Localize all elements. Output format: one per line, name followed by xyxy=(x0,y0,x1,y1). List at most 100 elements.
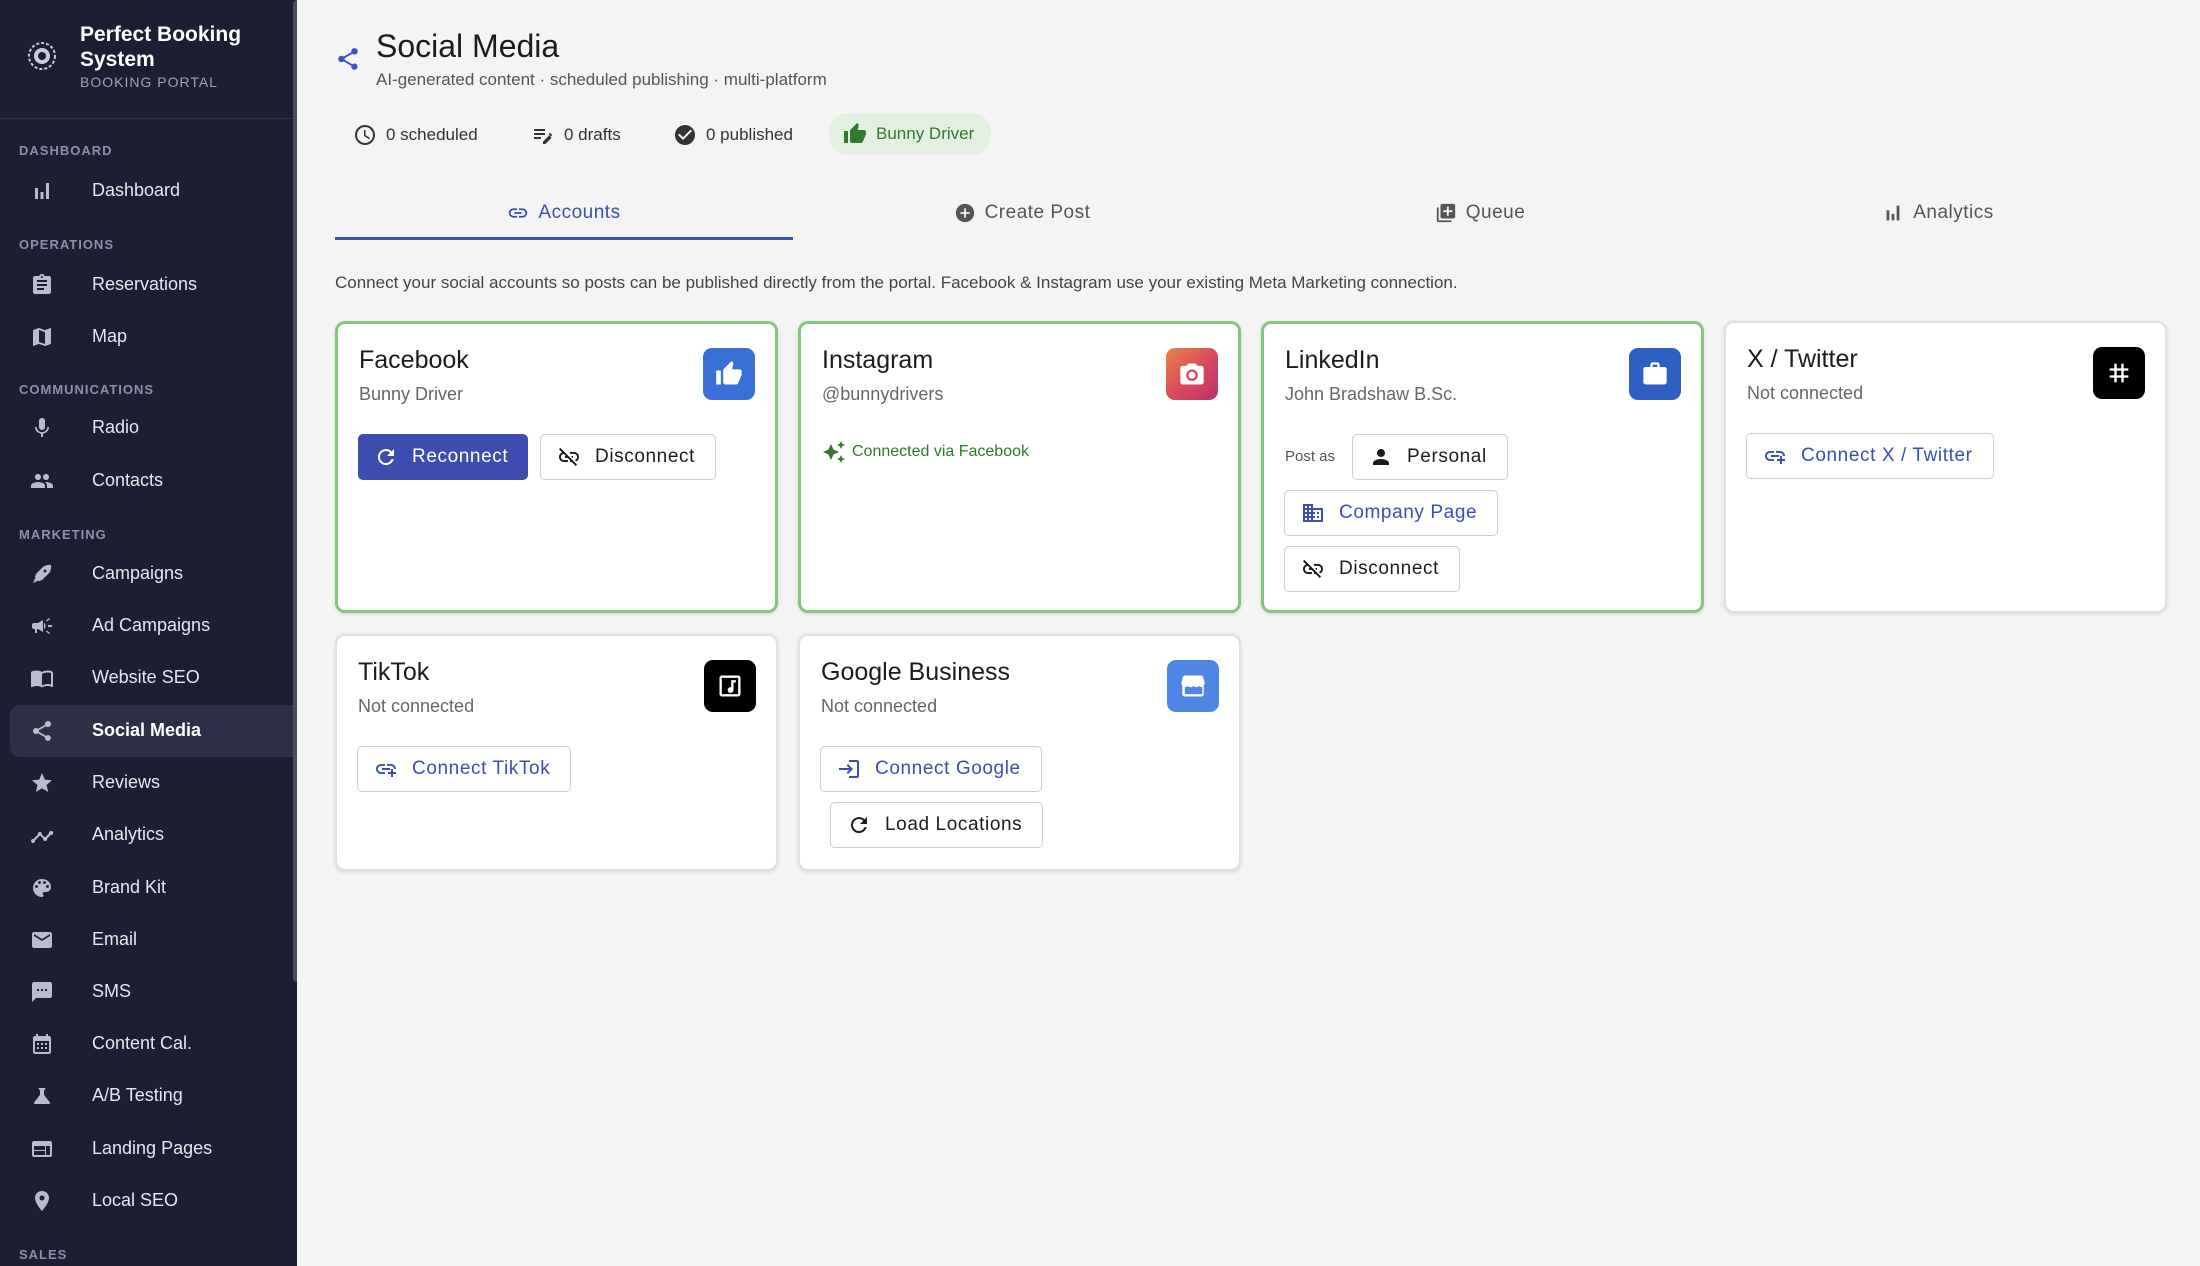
calendar-icon xyxy=(30,1032,54,1056)
section-communications: COMMUNICATIONS xyxy=(19,382,155,397)
section-operations: OPERATIONS xyxy=(19,237,114,252)
disconnect-label: Disconnect xyxy=(1339,558,1439,579)
library-add-icon xyxy=(1436,203,1455,223)
storefront-icon xyxy=(1167,660,1219,712)
instagram-icon xyxy=(1166,348,1218,400)
sidebar-item-local-seo[interactable]: Local SEO xyxy=(10,1175,297,1227)
refresh-icon xyxy=(850,817,867,834)
reconnect-button[interactable]: Reconnect xyxy=(358,434,529,480)
disconnect-button[interactable]: Disconnect xyxy=(540,434,716,480)
bar-chart-icon xyxy=(30,179,54,203)
sidebar-item-radio[interactable]: Radio xyxy=(10,402,297,454)
sidebar-item-content-cal[interactable]: Content Cal. xyxy=(10,1018,297,1070)
connect-tiktok-button[interactable]: Connect TikTok xyxy=(357,746,572,792)
post-as-personal-button[interactable]: Personal xyxy=(1352,434,1508,480)
sidebar-item-campaigns[interactable]: Campaigns xyxy=(10,548,297,600)
account-card-twitter: X / Twitter Not connected Connect X / Tw… xyxy=(1724,321,2167,613)
book-icon xyxy=(30,666,54,690)
check-circle-icon xyxy=(675,125,695,145)
flask-icon xyxy=(30,1084,54,1108)
stat-drafts: 0 drafts xyxy=(531,116,621,154)
account-card-facebook: Facebook Bunny Driver Reconnect Disconne… xyxy=(335,321,778,613)
add-circle-icon xyxy=(955,203,974,223)
connection-status: Connected via Facebook xyxy=(822,440,1029,464)
tab-accounts-label: Accounts xyxy=(538,202,621,223)
chat-icon xyxy=(30,980,54,1004)
reconnect-label: Reconnect xyxy=(412,446,509,467)
load-locations-button[interactable]: Load Locations xyxy=(830,802,1044,848)
tab-queue-label: Queue xyxy=(1465,202,1526,223)
tab-accounts[interactable]: Accounts xyxy=(335,186,793,240)
section-dashboard: DASHBOARD xyxy=(19,143,113,158)
account-handle: Bunny Driver xyxy=(359,384,464,404)
sidebar-item-website-seo[interactable]: Website SEO xyxy=(10,652,297,704)
sidebar-item-sms[interactable]: SMS xyxy=(10,966,297,1018)
page-chip[interactable]: Bunny Driver xyxy=(829,113,992,155)
sidebar-item-label: SMS xyxy=(92,981,132,1001)
connect-google-button[interactable]: Connect Google xyxy=(820,746,1042,792)
disconnect-label: Disconnect xyxy=(595,446,695,467)
sidebar-item-dashboard[interactable]: Dashboard xyxy=(10,165,297,217)
sidebar-item-label: Map xyxy=(92,326,128,346)
stat-scheduled-label: 0 scheduled xyxy=(386,125,478,144)
post-as-company-page-button[interactable]: Company Page xyxy=(1284,490,1499,536)
sidebar-item-email[interactable]: Email xyxy=(10,914,297,966)
sidebar-item-label: Website SEO xyxy=(92,667,200,687)
disconnect-button[interactable]: Disconnect xyxy=(1284,546,1460,592)
tab-queue[interactable]: Queue xyxy=(1251,186,1709,240)
connection-status-label: Connected via Facebook xyxy=(852,443,1029,460)
sidebar-item-contacts[interactable]: Contacts xyxy=(10,455,297,507)
edit-note-icon xyxy=(534,129,552,144)
account-status: Not connected xyxy=(1747,383,1864,403)
brand-logo-icon xyxy=(28,42,56,70)
section-sales: SALES xyxy=(19,1247,68,1262)
people-icon xyxy=(30,469,54,493)
connect-twitter-button[interactable]: Connect X / Twitter xyxy=(1746,433,1994,479)
main-content: Social Media AI-generated content · sche… xyxy=(297,0,2200,1266)
account-name: Facebook xyxy=(359,346,469,374)
sidebar-item-reviews[interactable]: Reviews xyxy=(10,757,297,809)
sidebar-item-map[interactable]: Map xyxy=(10,311,297,363)
sidebar-item-landing-pages[interactable]: Landing Pages xyxy=(10,1123,297,1175)
sidebar-item-label: Contacts xyxy=(92,470,164,490)
sidebar-item-reservations[interactable]: Reservations xyxy=(10,259,297,311)
sidebar-item-label: Reservations xyxy=(92,274,198,294)
sidebar-item-label: Analytics xyxy=(92,824,165,844)
sidebar-item-label: Landing Pages xyxy=(92,1138,213,1158)
sidebar: Perfect Booking System BOOKING PORTAL DA… xyxy=(0,0,297,1266)
tab-analytics[interactable]: Analytics xyxy=(1709,186,2167,240)
sidebar-item-analytics[interactable]: Analytics xyxy=(10,809,297,861)
tab-analytics-label: Analytics xyxy=(1913,202,1994,223)
briefcase-icon xyxy=(1629,348,1681,400)
refresh-icon xyxy=(377,449,394,466)
tab-create-post-label: Create Post xyxy=(984,202,1091,223)
sparkle-icon xyxy=(823,441,845,463)
sidebar-item-ad-campaigns[interactable]: Ad Campaigns xyxy=(10,600,297,652)
music-note-icon xyxy=(704,660,756,712)
facebook-icon xyxy=(703,348,755,400)
person-icon xyxy=(1373,449,1389,465)
link-icon xyxy=(509,208,528,218)
sidebar-item-social-media[interactable]: Social Media xyxy=(10,705,297,757)
login-icon xyxy=(839,760,859,778)
link-add-icon xyxy=(1765,451,1785,464)
clock-icon xyxy=(355,125,375,145)
account-name: TikTok xyxy=(358,658,430,686)
thumbs-up-icon xyxy=(844,123,866,143)
bar-chart-icon xyxy=(1886,205,1900,221)
stat-drafts-label: 0 drafts xyxy=(564,125,621,144)
sidebar-item-brand-kit[interactable]: Brand Kit xyxy=(10,862,297,914)
tab-create-post[interactable]: Create Post xyxy=(793,186,1251,240)
tab-bar: Accounts Create Post Queue Analytics xyxy=(335,186,2167,240)
share-icon xyxy=(30,719,54,743)
account-card-google-business: Google Business Not connected Connect Go… xyxy=(798,634,1241,871)
sidebar-item-ab-testing[interactable]: A/B Testing xyxy=(10,1070,297,1122)
building-icon xyxy=(1303,504,1323,522)
star-icon xyxy=(30,771,54,795)
sidebar-item-label: Radio xyxy=(92,417,140,437)
envelope-icon xyxy=(30,928,54,952)
company-page-label: Company Page xyxy=(1339,502,1478,523)
link-off-icon xyxy=(559,447,579,466)
account-card-linkedin: LinkedIn John Bradshaw B.Sc. Post as Per… xyxy=(1261,321,1704,613)
palette-icon xyxy=(30,876,54,900)
